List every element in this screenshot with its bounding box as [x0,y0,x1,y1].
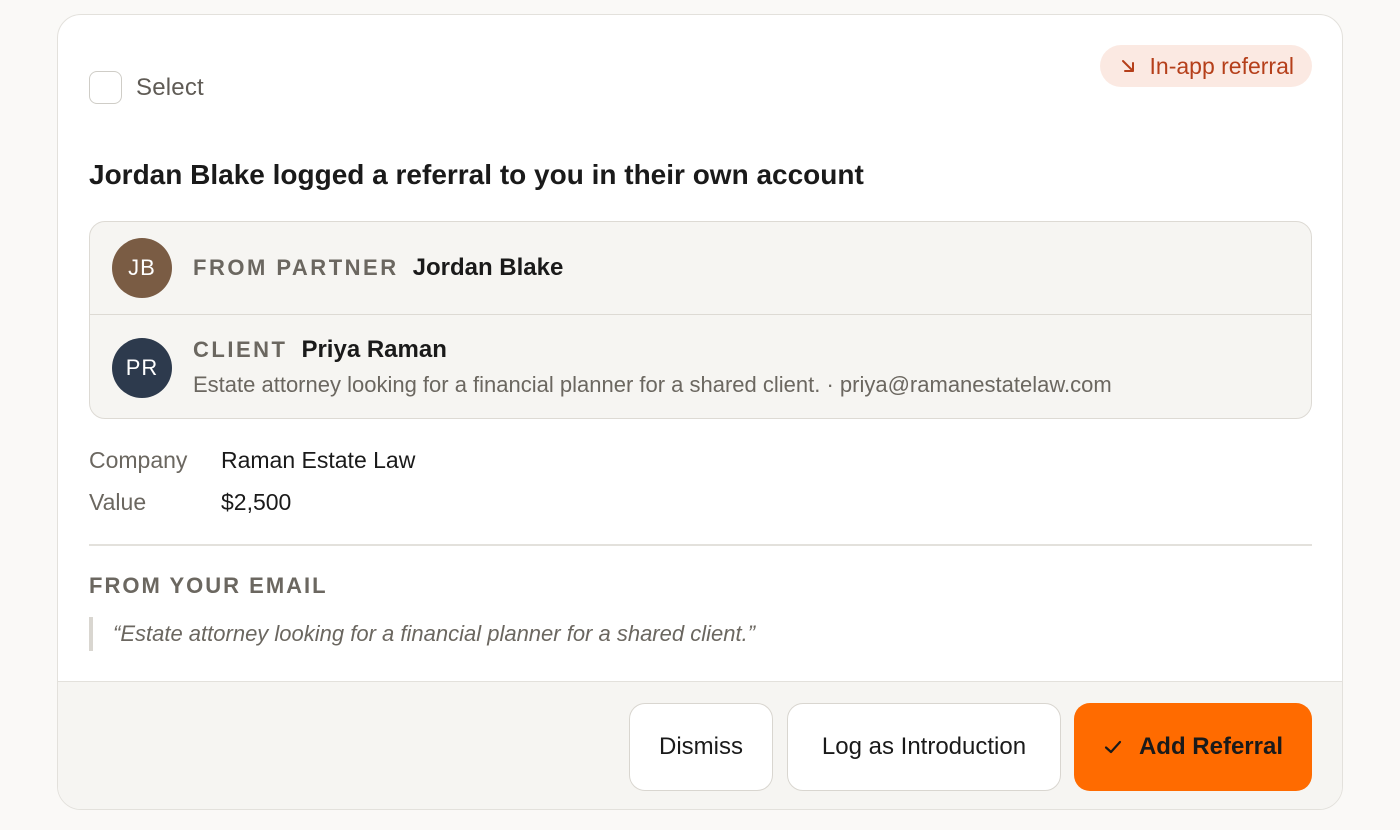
action-footer: Dismiss Log as Introduction Add Referral [58,681,1342,809]
value-amount: $2,500 [221,489,292,515]
check-icon [1103,739,1123,755]
dismiss-button[interactable]: Dismiss [629,703,773,791]
email-quote: “Estate attorney looking for a financial… [89,617,755,651]
value-label: Value [89,489,147,515]
client-avatar: PR [112,338,172,398]
company-value: Raman Estate Law [221,447,416,473]
client-role-label: CLIENT [193,337,288,362]
badge-label: In-app referral [1149,52,1294,79]
client-text: CLIENT Priya Raman Estate attorney lookin… [193,336,1112,398]
detail-row-value: Value $2,500 [89,489,415,531]
log-as-introduction-button[interactable]: Log as Introduction [787,703,1061,791]
partner-avatar: JB [112,238,172,298]
detail-row-company: Company Raman Estate Law [89,447,415,489]
card-body: Select In-app referral Jordan Blake logg… [58,15,1342,681]
select-control[interactable]: Select [89,71,204,104]
partner-name: Jordan Blake [412,254,564,281]
parties-panel: JB FROM PARTNER Jordan Blake PR CLIENT Pri… [89,221,1312,419]
add-referral-button[interactable]: Add Referral [1074,703,1312,791]
referral-headline: Jordan Blake logged a referral to you in… [89,159,864,190]
partner-row: JB FROM PARTNER Jordan Blake [90,222,1311,315]
select-label: Select [136,73,204,101]
section-divider [89,544,1312,546]
company-label: Company [89,447,188,473]
referral-card: Select In-app referral Jordan Blake logg… [57,14,1343,810]
add-referral-label: Add Referral [1138,733,1284,760]
partner-role-label: FROM PARTNER [193,255,399,280]
email-section-heading: FROM YOUR EMAIL [89,573,328,598]
partner-text: FROM PARTNER Jordan Blake [193,254,563,282]
referral-details: Company Raman Estate Law Value $2,500 [89,447,415,531]
client-description: Estate attorney looking for a financial … [193,372,1112,397]
client-name: Priya Raman [301,336,447,363]
client-row: PR CLIENT Priya Raman Estate attorney loo… [90,316,1311,418]
arrow-down-right-icon [1120,58,1136,74]
in-app-referral-badge: In-app referral [1099,45,1312,87]
select-checkbox[interactable] [89,71,122,104]
